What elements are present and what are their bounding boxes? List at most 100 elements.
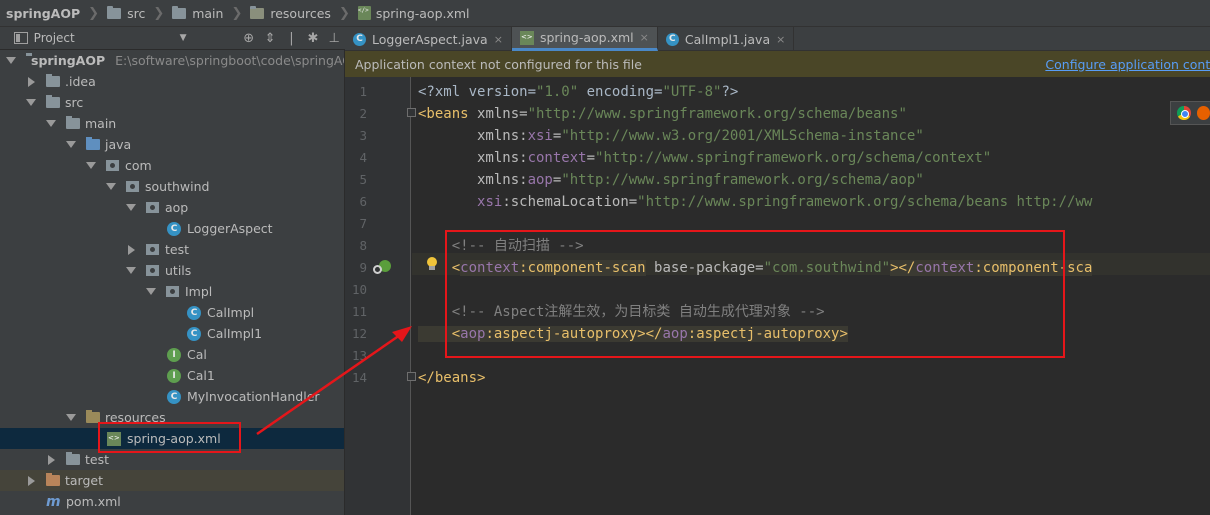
locate-icon[interactable]: ⊕ bbox=[238, 31, 259, 46]
package-icon bbox=[126, 181, 139, 192]
tab-spring-aop-xml[interactable]: spring-aop.xml × bbox=[511, 27, 658, 51]
breadcrumb-item-file[interactable]: spring-aop.xml bbox=[354, 0, 474, 27]
tree-item-CalImpl[interactable]: C CalImpl bbox=[0, 302, 344, 323]
xml-file-icon bbox=[519, 30, 534, 45]
expand-arrow-icon[interactable] bbox=[46, 120, 56, 127]
tree-item-spring-aop-xml[interactable]: spring-aop.xml bbox=[0, 428, 344, 449]
tree-item-Cal1[interactable]: I Cal1 bbox=[0, 365, 344, 386]
project-view-selector[interactable]: Project bbox=[34, 31, 180, 45]
notification-message: Application context not configured for t… bbox=[355, 56, 642, 72]
tree-item-MyInvocationHandler[interactable]: C MyInvocationHandler bbox=[0, 386, 344, 407]
package-icon bbox=[106, 160, 119, 171]
tree-item-resources[interactable]: resources bbox=[0, 407, 344, 428]
tree-item-southwind[interactable]: southwind bbox=[0, 176, 344, 197]
tree-item-LoggerAspect[interactable]: C LoggerAspect bbox=[0, 218, 344, 239]
folder-icon bbox=[107, 5, 122, 19]
collapse-arrow-icon[interactable] bbox=[48, 454, 55, 465]
expand-arrow-icon[interactable] bbox=[6, 57, 16, 64]
resources-folder-icon bbox=[86, 410, 100, 423]
line-number: 4 bbox=[359, 150, 367, 165]
breadcrumb-item-src[interactable]: src ❯ bbox=[103, 0, 168, 27]
code-line-11: <!-- Aspect注解生效，为目标类 自动生成代理对象 --> bbox=[418, 304, 825, 320]
gear-icon[interactable]: ✱ bbox=[302, 31, 323, 46]
notification-bar: Application context not configured for t… bbox=[345, 51, 1210, 77]
tree-item-main[interactable]: main bbox=[0, 113, 344, 134]
class-icon: C bbox=[167, 221, 181, 236]
line-number: 9 bbox=[359, 260, 367, 275]
collapse-arrow-icon[interactable] bbox=[128, 244, 135, 255]
maven-icon: m bbox=[46, 493, 61, 510]
close-icon[interactable]: × bbox=[776, 33, 785, 46]
breadcrumb: springAOP❯ src❯ main❯ resources❯ spring-… bbox=[0, 0, 1210, 27]
tree-item-java[interactable]: java bbox=[0, 134, 344, 155]
expand-arrow-icon[interactable] bbox=[66, 414, 76, 421]
tree-item-Impl[interactable]: Impl bbox=[0, 281, 344, 302]
tree-item-springAOP[interactable]: springAOP E:\software\springboot\code\sp… bbox=[0, 50, 344, 71]
code-line-2: <beans xmlns="http://www.springframework… bbox=[418, 106, 907, 122]
interface-icon: I bbox=[167, 368, 181, 383]
class-icon: C bbox=[353, 32, 366, 46]
tab-logger-aspect[interactable]: C LoggerAspect.java × bbox=[345, 27, 512, 51]
class-icon: C bbox=[665, 32, 679, 46]
tree-item-com[interactable]: com bbox=[0, 155, 344, 176]
project-panel-header: Project ▼ ⊕ ⇕ | ✱ ⊥ bbox=[0, 27, 345, 50]
code-editor[interactable]: 1 2 3 4 5 6 7 8 9 10 11 12 13 14 <?xml v… bbox=[345, 77, 1210, 515]
expand-arrow-icon[interactable] bbox=[126, 267, 136, 274]
chrome-icon[interactable] bbox=[1177, 106, 1191, 120]
class-icon: C bbox=[167, 389, 181, 404]
tab-calimpl1[interactable]: C CalImpl1.java × bbox=[658, 27, 795, 51]
source-folder-icon bbox=[86, 137, 100, 150]
tree-item-CalImpl1[interactable]: C CalImpl1 bbox=[0, 323, 344, 344]
tree-item-target[interactable]: target bbox=[0, 470, 344, 491]
expand-arrow-icon[interactable] bbox=[66, 141, 76, 148]
expand-arrow-icon[interactable] bbox=[26, 99, 36, 106]
tree-item-idea[interactable]: .idea bbox=[0, 71, 344, 92]
tree-item-src[interactable]: src bbox=[0, 92, 344, 113]
expand-arrow-icon[interactable] bbox=[126, 204, 136, 211]
test-folder-icon bbox=[66, 452, 80, 465]
folder-icon bbox=[46, 95, 60, 108]
resources-folder-icon bbox=[250, 5, 265, 19]
line-number: 11 bbox=[351, 304, 367, 319]
code-line-4: xmlns:context="http://www.springframewor… bbox=[418, 150, 992, 166]
code-line-9: <context:component-scan base-package="co… bbox=[418, 260, 1093, 276]
hide-panel-icon[interactable]: ⊥ bbox=[324, 31, 345, 46]
line-number: 10 bbox=[351, 282, 367, 297]
code-line-5: xmlns:aop="http://www.springframework.or… bbox=[418, 172, 924, 188]
tree-item-utils[interactable]: utils bbox=[0, 260, 344, 281]
editor-tab-bar: C LoggerAspect.java × spring-aop.xml × C… bbox=[345, 27, 1210, 51]
browser-preview-popup bbox=[1170, 101, 1210, 125]
fold-marker-icon[interactable] bbox=[407, 108, 416, 117]
tree-item-test-package[interactable]: test bbox=[0, 239, 344, 260]
target-folder-icon bbox=[46, 473, 60, 486]
expand-arrow-icon[interactable] bbox=[106, 183, 116, 190]
line-number: 2 bbox=[359, 106, 367, 121]
tree-item-test-folder[interactable]: test bbox=[0, 449, 344, 470]
package-icon bbox=[166, 286, 179, 297]
breadcrumb-item-project[interactable]: springAOP ❯ bbox=[2, 0, 103, 27]
tree-item-pom-xml[interactable]: m pom.xml bbox=[0, 491, 344, 512]
fold-marker-icon[interactable] bbox=[407, 372, 416, 381]
code-line-14: </beans> bbox=[418, 370, 486, 386]
tree-item-aop[interactable]: aop bbox=[0, 197, 344, 218]
breadcrumb-item-main[interactable]: main ❯ bbox=[168, 0, 246, 27]
expand-arrow-icon[interactable] bbox=[86, 162, 96, 169]
breadcrumb-item-resources[interactable]: resources ❯ bbox=[246, 0, 353, 27]
package-icon bbox=[146, 244, 159, 255]
line-number: 12 bbox=[351, 326, 367, 341]
line-number: 14 bbox=[351, 370, 367, 385]
spring-bean-icon[interactable] bbox=[373, 259, 391, 277]
firefox-icon[interactable] bbox=[1196, 106, 1210, 120]
collapse-arrow-icon[interactable] bbox=[28, 475, 35, 486]
close-icon[interactable]: × bbox=[640, 31, 649, 44]
close-icon[interactable]: × bbox=[494, 33, 503, 46]
expand-arrow-icon[interactable] bbox=[146, 288, 156, 295]
tree-item-Cal[interactable]: I Cal bbox=[0, 344, 344, 365]
collapse-all-icon[interactable]: ⇕ bbox=[259, 31, 280, 46]
configure-context-link[interactable]: Configure application context bbox=[1045, 57, 1210, 72]
project-icon bbox=[14, 32, 28, 44]
collapse-arrow-icon[interactable] bbox=[28, 76, 35, 87]
line-number: 6 bbox=[359, 194, 367, 209]
chevron-down-icon[interactable]: ▼ bbox=[180, 33, 238, 43]
code-line-3: xmlns:xsi="http://www.w3.org/2001/XMLSch… bbox=[418, 128, 924, 144]
